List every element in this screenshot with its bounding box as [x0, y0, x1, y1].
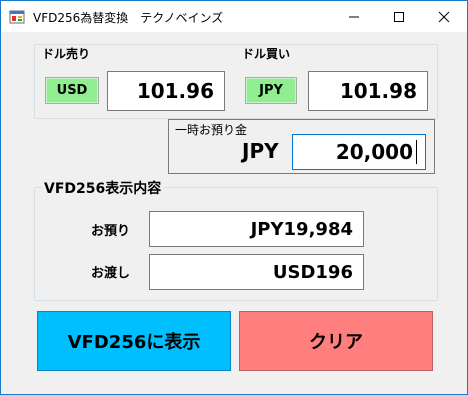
sell-rate-field[interactable]: 101.96 — [107, 71, 225, 111]
app-window-icon — [9, 10, 25, 24]
buy-currency-text: JPY — [246, 78, 296, 103]
buy-rate-field[interactable]: 101.98 — [308, 71, 428, 111]
sell-label: ドル売り — [42, 45, 91, 62]
change-label: お渡し — [91, 266, 131, 281]
deposit-amount-input[interactable]: 20,000 — [292, 134, 426, 170]
sell-currency-badge: USD — [45, 77, 99, 104]
deposit-amount-value: 20,000 — [335, 140, 413, 164]
text-caret — [416, 140, 417, 164]
app-window: VFD256為替変換 テクノベインズ ドル売り ドル買い USD 101.96 … — [0, 0, 468, 395]
deposit-currency: JPY — [242, 139, 279, 163]
deposit-caption: 一時お預り金 — [175, 123, 248, 137]
sell-currency-text: USD — [46, 78, 98, 103]
title-bar[interactable]: VFD256為替変換 テクノベインズ — [1, 1, 467, 32]
buy-label: ドル買い — [242, 45, 291, 62]
buy-currency-badge: JPY — [245, 77, 297, 104]
minimize-icon — [349, 16, 359, 17]
show-on-vfd-button[interactable]: VFD256に表示 — [37, 311, 231, 371]
window-title: VFD256為替変換 テクノベインズ — [33, 11, 224, 25]
maximize-icon — [394, 11, 404, 22]
vfd-group-label: VFD256表示内容 — [42, 178, 164, 198]
received-field[interactable]: JPY19,984 — [149, 211, 364, 247]
received-label: お預り — [91, 224, 131, 239]
maximize-button[interactable] — [376, 1, 422, 32]
minimize-button[interactable] — [331, 1, 377, 32]
close-button[interactable] — [421, 1, 467, 32]
change-field[interactable]: USD196 — [149, 254, 364, 290]
close-icon — [438, 11, 450, 22]
clear-button[interactable]: クリア — [239, 311, 433, 371]
